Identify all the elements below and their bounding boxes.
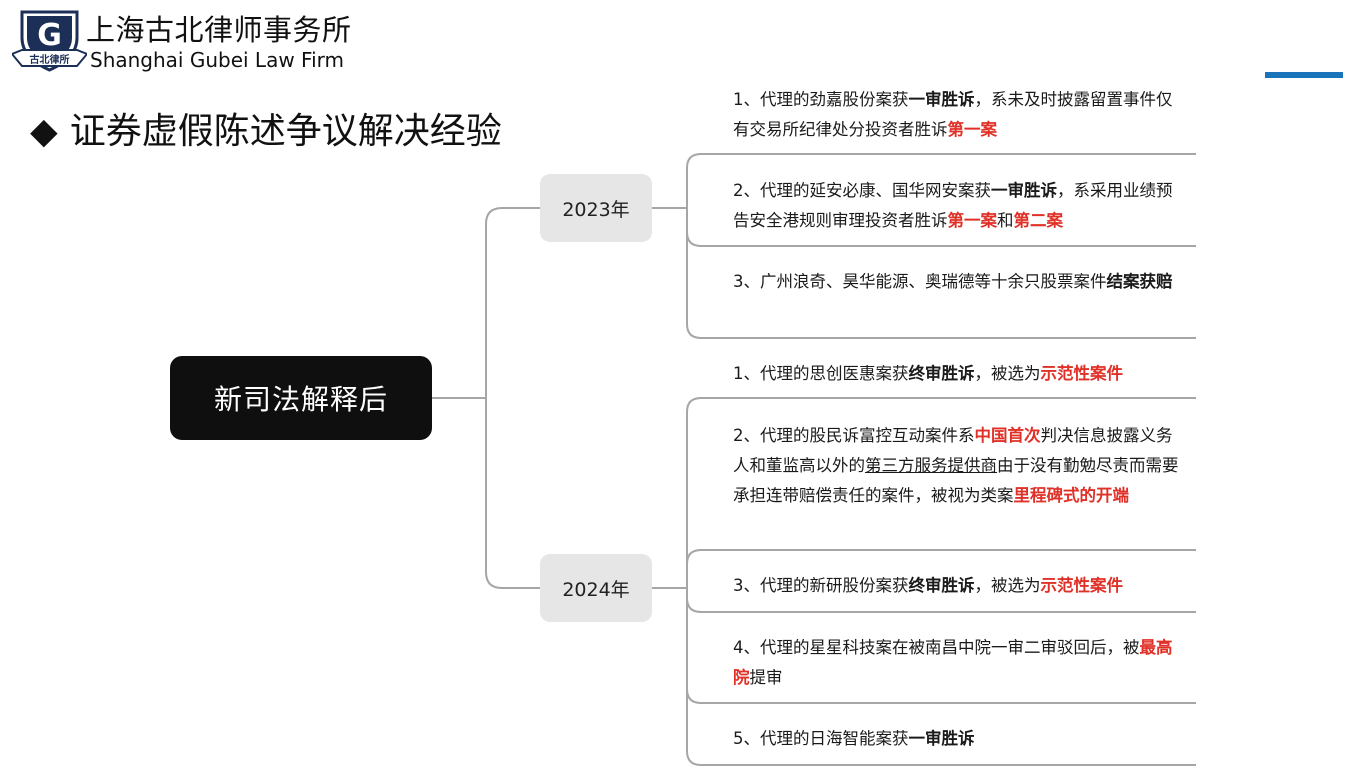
item-text-segment: ，被选为	[974, 364, 1041, 383]
item-text-segment: 示范性案件	[1040, 364, 1124, 383]
item-text-segment: 3、广州浪奇、昊华能源、奥瑞德等十余只股票案件	[733, 272, 1107, 291]
item-text-segment: 4、代理的星星科技案在被南昌中院一审二审驳回后，被	[733, 638, 1140, 657]
item-text-segment: 3、代理的新研股份案获	[733, 576, 909, 595]
item-text-segment: 示范性案件	[1040, 576, 1124, 595]
item-text-segment: 一审胜诉	[908, 729, 975, 748]
connector-trunk-2024	[485, 398, 540, 589]
item-text-segment: 第一案	[947, 211, 998, 230]
item-text-segment: 第三方服务提供商	[865, 456, 997, 475]
item-text-segment: 第二案	[1013, 211, 1064, 230]
item-text-segment: 终审胜诉	[908, 364, 975, 383]
item-text-segment: 提审	[749, 668, 783, 687]
item-text-segment: 一审胜诉	[991, 181, 1057, 200]
item-text-segment: 里程碑式的开端	[1013, 486, 1130, 505]
item-text-segment: 终审胜诉	[908, 576, 975, 595]
item-text-segment: 第一案	[947, 120, 998, 139]
item-text-segment: 一审胜诉	[908, 90, 975, 109]
item-text-segment: 5、代理的日海智能案获	[733, 729, 909, 748]
item-2024-5: 5、代理的日海智能案获一审胜诉	[733, 724, 1188, 754]
root-node: 新司法解释后	[170, 356, 432, 440]
item-text-segment: 2、代理的延安必康、国华网安案获	[733, 181, 991, 200]
item-text-segment: 结案获赔	[1106, 272, 1173, 291]
item-2024-1: 1、代理的思创医惠案获终审胜诉，被选为示范性案件	[733, 359, 1188, 389]
item-text-segment: 1、代理的劲嘉股份案获	[733, 90, 909, 109]
item-2024-4: 4、代理的星星科技案在被南昌中院一审二审驳回后，被最高院提审	[733, 633, 1188, 693]
year-node-2023: 2023年	[540, 174, 652, 242]
item-2023-2: 2、代理的延安必康、国华网安案获一审胜诉，系采用业绩预告安全港规则审理投资者胜诉…	[733, 176, 1188, 236]
item-text-segment: 1、代理的思创医惠案获	[733, 364, 909, 383]
year-node-2024: 2024年	[540, 554, 652, 622]
item-2024-3: 3、代理的新研股份案获终审胜诉，被选为示范性案件	[733, 571, 1188, 601]
item-2024-2: 2、代理的股民诉富控互动案件系中国首次判决信息披露义务人和董监高以外的第三方服务…	[733, 421, 1188, 511]
item-2023-3: 3、广州浪奇、昊华能源、奥瑞德等十余只股票案件结案获赔	[733, 267, 1188, 297]
item-text-segment: 中国首次	[974, 426, 1041, 445]
item-text-segment: ，被选为	[974, 576, 1041, 595]
item-text-segment: 2、代理的股民诉富控互动案件系	[733, 426, 975, 445]
item-2023-1: 1、代理的劲嘉股份案获一审胜诉，系未及时披露留置事件仅有交易所纪律处分投资者胜诉…	[733, 85, 1188, 145]
item-text-segment: 和	[997, 211, 1014, 230]
connector-trunk-2023	[485, 207, 540, 398]
